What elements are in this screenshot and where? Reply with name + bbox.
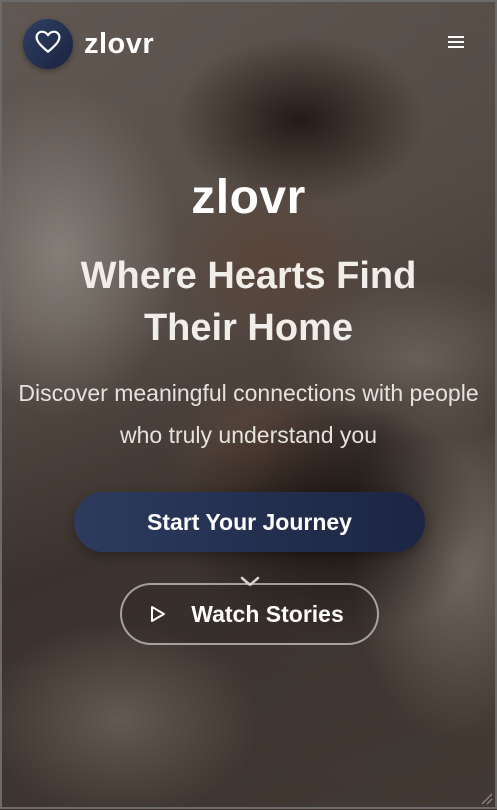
logo-badge <box>23 19 73 69</box>
hero-section: zlovr Where Hearts Find Their Home Disco… <box>0 168 497 456</box>
play-icon <box>149 605 167 623</box>
heart-icon <box>35 30 61 59</box>
hero-title: Where Hearts Find Their Home <box>80 255 417 349</box>
hero-subtitle: Discover meaningful connections with peo… <box>18 380 479 448</box>
watch-stories-button[interactable]: Watch Stories <box>120 583 379 645</box>
start-journey-button[interactable]: Start Your Journey <box>74 492 425 552</box>
top-nav: zlovr <box>23 19 470 69</box>
hamburger-menu-icon <box>448 35 464 54</box>
watch-stories-label: Watch Stories <box>191 600 344 627</box>
brand[interactable]: zlovr <box>23 19 154 69</box>
hero-logo-text: zlovr <box>191 171 306 224</box>
resize-grip-icon[interactable] <box>479 791 493 805</box>
brand-name: zlovr <box>84 27 155 60</box>
menu-button[interactable] <box>442 30 470 58</box>
